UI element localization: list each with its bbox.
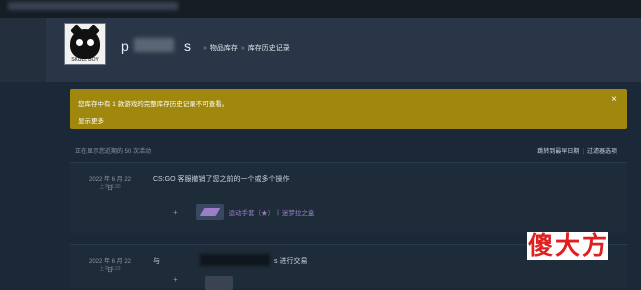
jump-to-earliest-link[interactable]: 跳转到最早日期 [537, 149, 579, 155]
divider: | [582, 149, 584, 155]
username-redacted [134, 38, 174, 52]
glove-item-thumbnail[interactable] [195, 204, 224, 220]
close-icon[interactable]: × [611, 95, 617, 105]
breadcrumb-history[interactable]: 库存历史记录 [248, 45, 290, 52]
divider: | [277, 208, 279, 216]
item-name-link[interactable]: 运动手套（★） [229, 207, 275, 217]
history-event: 2022 年 6 月 22 日 上午 1:30 CS:GO 客服撤销了您之前的一… [70, 162, 627, 233]
top-bar [0, 0, 641, 18]
history-meta-row: 正在显示您近期的 50 次活动 跳转到最早日期 | 过滤器选项 [70, 143, 627, 155]
plus-icon: + [173, 275, 178, 284]
event-time: 上午 1:23 [99, 266, 121, 272]
activity-summary: 正在显示您近期的 50 次活动 [75, 149, 152, 155]
event-item: + 运动手套（★） | 迷梦拉之盒 [173, 203, 314, 221]
filter-options-link[interactable]: 过滤器选项 [587, 149, 617, 155]
avatar-eye-left [76, 39, 83, 46]
avatar-eye-right [87, 39, 94, 46]
watermark: 傻 大 方 [527, 231, 609, 260]
trade-item-thumbnail[interactable] [205, 276, 233, 290]
breadcrumb-arrow-icon: » [240, 45, 245, 52]
notice-message: 您库存中有 1 款游戏的完整库存历史记录不可查看。 [78, 101, 229, 108]
username-suffix[interactable]: s [184, 38, 191, 54]
trade-description: s 进行交易 [274, 258, 308, 265]
history-actions: 跳转到最早日期 | 过滤器选项 [537, 146, 617, 155]
watermark-char: 大 [554, 231, 582, 260]
avatar-caption: SKULL BOY [71, 57, 99, 63]
trade-prefix: 与 [153, 258, 160, 265]
history-notice: 您库存中有 1 款游戏的完整库存历史记录不可查看。 显示更多 × [70, 89, 627, 129]
username-prefix[interactable]: p [121, 38, 129, 54]
breadcrumb-arrow-icon: » [203, 45, 207, 52]
show-more-link[interactable]: 显示更多 [78, 115, 104, 125]
event-description: CS:GO 客服撤销了您之前的一个或多个操作 [153, 176, 290, 183]
cat-avatar-icon [70, 29, 100, 59]
avatar[interactable]: SKULL BOY [64, 23, 106, 65]
item-case-link[interactable]: 迷梦拉之盒 [282, 207, 315, 217]
trade-partner-redacted [200, 254, 270, 266]
plus-icon: + [173, 207, 178, 217]
watermark-char: 方 [581, 231, 609, 260]
event-time: 上午 1:30 [99, 184, 121, 190]
breadcrumb-inventory[interactable]: 物品库存 [210, 45, 238, 52]
watermark-char: 傻 [527, 231, 555, 260]
blurred-top-text [8, 2, 178, 10]
breadcrumb: » 物品库存» 库存历史记录 [200, 43, 290, 53]
